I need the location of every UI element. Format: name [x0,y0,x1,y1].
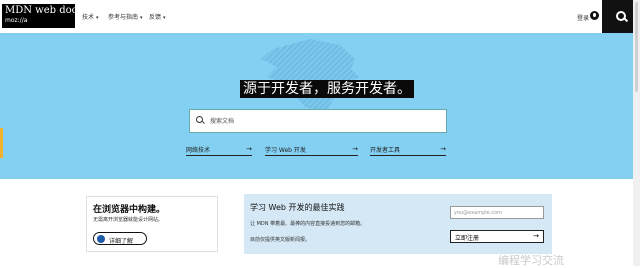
site-header: MDN web docs moz://a 技术 ▾ 参考与指南 ▾ 反馈 ▾ 登录 [0,0,640,34]
nav-technologies[interactable]: 技术 ▾ [82,12,99,21]
quick-link-web-technologies[interactable]: 网络技术 → [186,145,252,156]
scrollbar-thumb[interactable] [635,2,638,92]
arrow-right-icon: → [352,145,358,153]
hero-tagline: 源于开发者，服务开发者。 [240,80,414,98]
newsletter-description: 让 MDN 带着最、最棒的内容直接投递到您的邮箱。 [250,221,366,227]
quick-link-label: 网络技术 [186,147,211,154]
search-input[interactable] [210,114,430,128]
search-icon [616,11,626,21]
dinosaur-head-illustration [261,39,359,113]
logo-mozilla: moz://a [5,17,28,24]
quick-link-label: 学习 Web 开发 [265,147,306,154]
search-icon [196,116,203,123]
github-icon[interactable] [590,11,599,20]
logo-title: MDN web docs [5,5,83,16]
nav-references-guides[interactable]: 参考与指南 ▾ [108,12,143,21]
arrow-right-icon: → [533,232,539,240]
login-link[interactable]: 登录 [577,13,589,22]
newsletter-note: 目前仅提供英文版新闻报。 [250,237,311,243]
hero-banner: 源于开发者，服务开发者。 网络技术 → 学习 Web 开发 → 开发者工具 → [0,33,640,179]
email-field[interactable] [450,206,544,219]
build-in-browser-card: 在浏览器中构建。 无需离开浏览器就能设计网站。 详细了解 [86,196,218,252]
nav-technologies-label: 技术 [82,14,95,21]
chevron-down-icon: ▾ [96,15,99,21]
arrow-right-icon: → [246,145,252,153]
browser-card-description: 无需离开浏览器就能设计网站。 [93,217,164,223]
browser-card-title: 在浏览器中构建。 [93,205,166,215]
quick-link-developer-tools[interactable]: 开发者工具 → [370,145,446,156]
learn-more-button[interactable]: 详细了解 [93,232,147,245]
subscribe-label: 立即注册 [455,235,480,242]
chevron-down-icon: ▾ [163,15,166,21]
accent-bar [0,128,3,158]
mdn-logo[interactable]: MDN web docs moz://a [2,4,82,28]
quick-link-label: 开发者工具 [370,147,401,154]
chevron-down-icon: ▾ [140,15,143,21]
nav-references-label: 参考与指南 [108,14,139,21]
subscribe-button[interactable]: 立即注册 → [450,230,544,243]
learn-more-label: 详细了解 [109,239,134,245]
newsletter-title: 学习 Web 开发的最佳实践 [250,203,345,212]
firefox-icon [97,235,105,243]
quick-link-learn-web-dev[interactable]: 学习 Web 开发 → [265,145,358,156]
arrow-right-icon: → [440,145,446,153]
nav-feedback-label: 反馈 [149,14,162,21]
hero-search-box[interactable] [189,109,447,133]
nav-feedback[interactable]: 反馈 ▾ [149,12,166,21]
newsletter-card: 学习 Web 开发的最佳实践 让 MDN 带着最、最棒的内容直接投递到您的邮箱。… [244,194,552,254]
